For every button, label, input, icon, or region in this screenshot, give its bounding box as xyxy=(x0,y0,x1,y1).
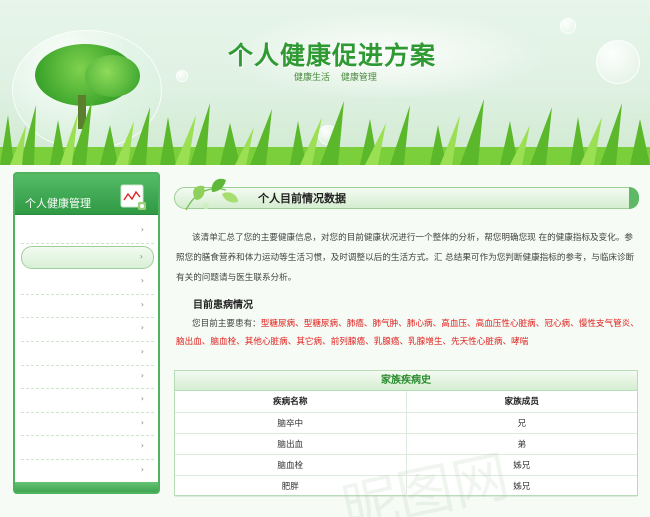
sidebar-item[interactable]: › xyxy=(21,389,154,413)
chevron-right-icon: › xyxy=(140,441,144,451)
intro-paragraph: 该清单汇总了您的主要健康信息，对您的目前健康状况进行一个整体的分析，帮您明确您现… xyxy=(176,233,635,283)
chevron-right-icon: › xyxy=(140,323,144,333)
header-subtitle: 健康生活 健康管理 xyxy=(294,70,385,83)
family-history-table: 疾病名称 家族成员 脑卒中兄脑出血弟脑血栓 姊兄 肥胖 姊兄 xyxy=(175,391,637,497)
chevron-right-icon: › xyxy=(139,251,143,261)
bubble-icon xyxy=(176,70,188,82)
page-title: 个人健康促进方案 xyxy=(228,41,437,70)
chevron-right-icon: › xyxy=(140,299,144,309)
cell-disease-name: 脑卒中 xyxy=(175,412,407,434)
sidebar-item[interactable]: › xyxy=(21,271,154,295)
header-banner: 个人健康促进方案 健康生活 健康管理 xyxy=(0,0,650,165)
bubble-icon xyxy=(560,18,576,34)
sidebar-footer xyxy=(15,482,158,492)
chevron-right-icon: › xyxy=(140,225,144,234)
sidebar-item[interactable]: › xyxy=(21,366,154,390)
sidebar-item[interactable]: › xyxy=(21,295,154,319)
sidebar-item[interactable]: › xyxy=(21,342,154,366)
table-row: 脑血栓 姊兄 xyxy=(175,454,637,476)
cell-family-member: 弟 xyxy=(406,433,637,455)
current-disease-title: 目前患病情况 xyxy=(193,300,253,311)
family-table-body: 脑卒中兄脑出血弟脑血栓 姊兄 肥胖 姊兄 xyxy=(175,412,637,497)
sidebar-item[interactable]: › xyxy=(21,318,154,342)
cell-family-member: 姊兄 xyxy=(406,454,637,476)
disease-paragraph: 您目前主要患有：型糖尿病、型糖尿病、肺癌、肺气肿、肺心病、高血压、高血压性心脏病… xyxy=(176,315,641,351)
chevron-right-icon: › xyxy=(140,276,144,286)
table-header-row: 疾病名称 家族成员 xyxy=(175,391,637,413)
disease-prefix: 您目前主要患有： xyxy=(192,319,261,329)
chevron-right-icon: › xyxy=(140,394,144,404)
section-title: 个人目前情况数据 xyxy=(258,192,346,205)
sidebar-title: 个人健康管理 xyxy=(25,197,91,210)
sidebar-item[interactable]: › xyxy=(21,245,154,270)
family-history-panel: 家族疾病史 疾病名称 家族成员 脑卒中兄脑出血弟脑血栓 姊兄 肥胖 姊兄 xyxy=(174,370,638,497)
sidebar-menu: › › › › › › › › › › › xyxy=(21,220,154,484)
cell-family-member: 姊兄 xyxy=(406,475,637,497)
chevron-right-icon: › xyxy=(140,346,144,356)
sidebar-header: 个人健康管理 xyxy=(15,174,158,215)
header-link-health-management[interactable]: 健康管理 xyxy=(341,73,377,83)
sidebar-item[interactable]: › xyxy=(21,220,154,244)
health-chart-book-icon xyxy=(120,184,146,210)
table-row: 脑出血弟 xyxy=(175,433,637,455)
column-header-member: 家族成员 xyxy=(406,391,637,413)
grass-decoration xyxy=(0,99,650,165)
chevron-right-icon: › xyxy=(140,417,144,427)
header-link-healthy-life[interactable]: 健康生活 xyxy=(294,73,330,83)
sidebar-item[interactable]: › xyxy=(21,460,154,484)
table-row: 肥胖 姊兄 xyxy=(175,475,637,497)
tree-crown-icon xyxy=(85,55,140,97)
cell-family-member: 兄 xyxy=(406,412,637,434)
chevron-right-icon: › xyxy=(140,370,144,380)
section-header-cap xyxy=(629,187,639,209)
cell-disease-name: 肥胖 xyxy=(175,475,407,497)
sidebar: 个人健康管理 › › › › › › › › › › › xyxy=(13,172,160,494)
leaf-vine-icon xyxy=(185,178,238,211)
column-header-disease: 疾病名称 xyxy=(175,391,407,413)
bubble-icon xyxy=(596,40,640,84)
sidebar-item[interactable]: › xyxy=(21,413,154,437)
cell-disease-name: 脑血栓 xyxy=(175,454,407,476)
family-history-title: 家族疾病史 xyxy=(175,371,637,391)
sidebar-item[interactable]: › xyxy=(21,436,154,460)
cell-disease-name: 脑出血 xyxy=(175,433,407,455)
chevron-right-icon: › xyxy=(140,464,144,474)
table-row: 脑卒中兄 xyxy=(175,412,637,434)
